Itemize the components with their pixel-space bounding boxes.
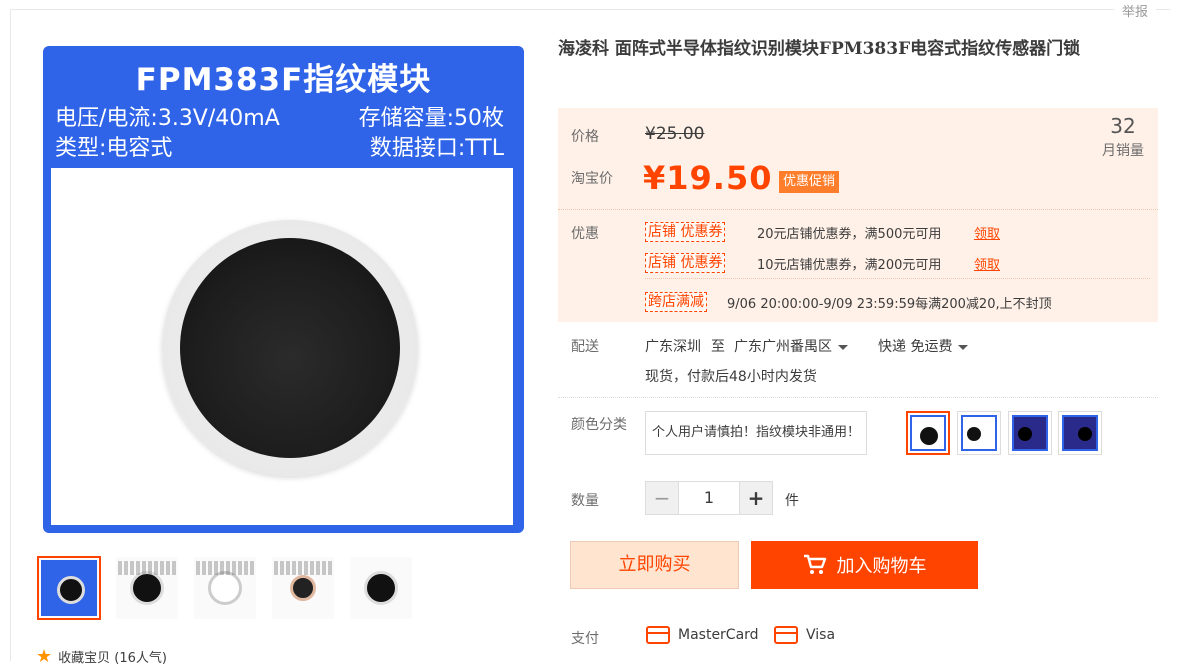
- taobao-price-label: 淘宝价: [571, 171, 613, 187]
- original-price: ¥25.00: [645, 124, 705, 144]
- quantity-unit: 件: [785, 493, 799, 509]
- image-spec-voltage: 电压/电流:3.3V/40mA: [55, 106, 280, 131]
- image-spec-interface: 数据接口:TTL: [369, 136, 504, 161]
- favorite-link[interactable]: ★ 收藏宝贝 (16人气): [36, 646, 167, 667]
- promo-divider: [645, 278, 1150, 279]
- star-icon: ★: [36, 646, 53, 667]
- sensor-ring: [162, 220, 418, 476]
- claim-coupon-1[interactable]: 领取: [974, 223, 1000, 242]
- promo-badge: 优惠促销: [779, 171, 840, 193]
- sku-option-4[interactable]: [1058, 411, 1102, 455]
- image-panel: [51, 168, 513, 525]
- section-divider: [558, 397, 1158, 398]
- sales-label: 月销量: [1102, 143, 1144, 159]
- top-divider: [10, 9, 1170, 10]
- main-product-image[interactable]: FPM383F指纹模块 电压/电流:3.3V/40mA 存储容量:50枚 类型:…: [43, 46, 524, 533]
- sku-label: 颜色分类: [571, 417, 627, 433]
- payment-mastercard[interactable]: MasterCard: [646, 626, 759, 644]
- chevron-down-icon: [958, 344, 969, 350]
- buy-now-button[interactable]: 立即购买: [570, 541, 739, 589]
- quantity-input[interactable]: 1: [679, 481, 739, 515]
- payment-method-2: Visa: [806, 627, 836, 643]
- cart-icon: [803, 554, 826, 574]
- image-title: FPM383F指纹模块: [135, 62, 432, 98]
- claim-coupon-2[interactable]: 领取: [974, 254, 1000, 273]
- coupon-text-2: 10元店铺优惠券，满200元可用: [757, 258, 942, 273]
- cross-store-tag: 跨店满减: [645, 292, 707, 312]
- thumbnail-4[interactable]: [271, 556, 335, 620]
- ship-to-word: 至: [711, 339, 725, 355]
- report-link[interactable]: 举报: [1113, 1, 1156, 20]
- image-spec-storage: 存储容量:50枚: [358, 106, 504, 131]
- ship-method-text: 快递 免运费: [878, 339, 953, 355]
- image-spec-type: 类型:电容式: [55, 136, 173, 161]
- monthly-sales: 32 月销量: [1102, 114, 1144, 160]
- favorite-text: 收藏宝贝 (16人气): [58, 651, 167, 666]
- add-to-cart-label: 加入购物车: [836, 556, 927, 577]
- credit-card-icon: [774, 626, 798, 644]
- thumbnail-2[interactable]: [115, 556, 179, 620]
- sku-option-1[interactable]: [906, 411, 950, 455]
- payment-label: 支付: [571, 631, 599, 647]
- quantity-plus-button[interactable]: +: [739, 481, 773, 515]
- sku-option-2[interactable]: [957, 411, 1001, 455]
- payment-method-1: MasterCard: [678, 627, 759, 643]
- product-title: 海凌科 面阵式半导体指纹识别模块FPM383F电容式指纹传感器门锁: [558, 39, 1081, 59]
- quantity-stepper: − 1 +: [645, 481, 773, 515]
- price-label: 价格: [571, 129, 599, 145]
- cross-store-text: 9/06 20:00:00-9/09 23:59:59每满200减20,上不封顶: [727, 297, 1052, 312]
- ship-note: 现货，付款后48小时内发货: [645, 369, 817, 385]
- thumbnail-5[interactable]: [349, 556, 413, 620]
- ship-from: 广东深圳: [645, 339, 701, 355]
- coupon-tag-1: 店铺 优惠券: [645, 222, 726, 242]
- chevron-down-icon: [838, 344, 848, 350]
- credit-card-icon: [646, 626, 670, 644]
- thumbnail-3[interactable]: [193, 556, 257, 620]
- fingerprint-sensor: [180, 238, 400, 458]
- current-price: ¥19.50: [643, 159, 773, 197]
- sku-option-3[interactable]: [1008, 411, 1052, 455]
- shipping-label: 配送: [571, 339, 599, 355]
- ship-to-text: 广东广州番禺区: [734, 339, 832, 355]
- add-to-cart-button[interactable]: 加入购物车: [751, 541, 978, 589]
- payment-visa[interactable]: Visa: [774, 626, 835, 644]
- sales-count: 32: [1110, 114, 1136, 138]
- quantity-minus-button[interactable]: −: [645, 481, 679, 515]
- thumbnail-1[interactable]: [37, 556, 101, 620]
- ship-to-select[interactable]: 广东广州番禺区: [734, 336, 848, 356]
- coupon-tag-2: 店铺 优惠券: [645, 253, 726, 273]
- promo-label: 优惠: [571, 226, 599, 242]
- thumbnail-strip: [37, 556, 413, 620]
- left-frame: [10, 9, 11, 661]
- ship-method-select[interactable]: 快递 免运费: [878, 336, 969, 356]
- coupon-text-1: 20元店铺优惠券，满500元可用: [757, 227, 942, 242]
- sku-option-text[interactable]: 个人用户请慎拍！指纹模块非通用！: [645, 411, 868, 455]
- quantity-label: 数量: [571, 493, 599, 509]
